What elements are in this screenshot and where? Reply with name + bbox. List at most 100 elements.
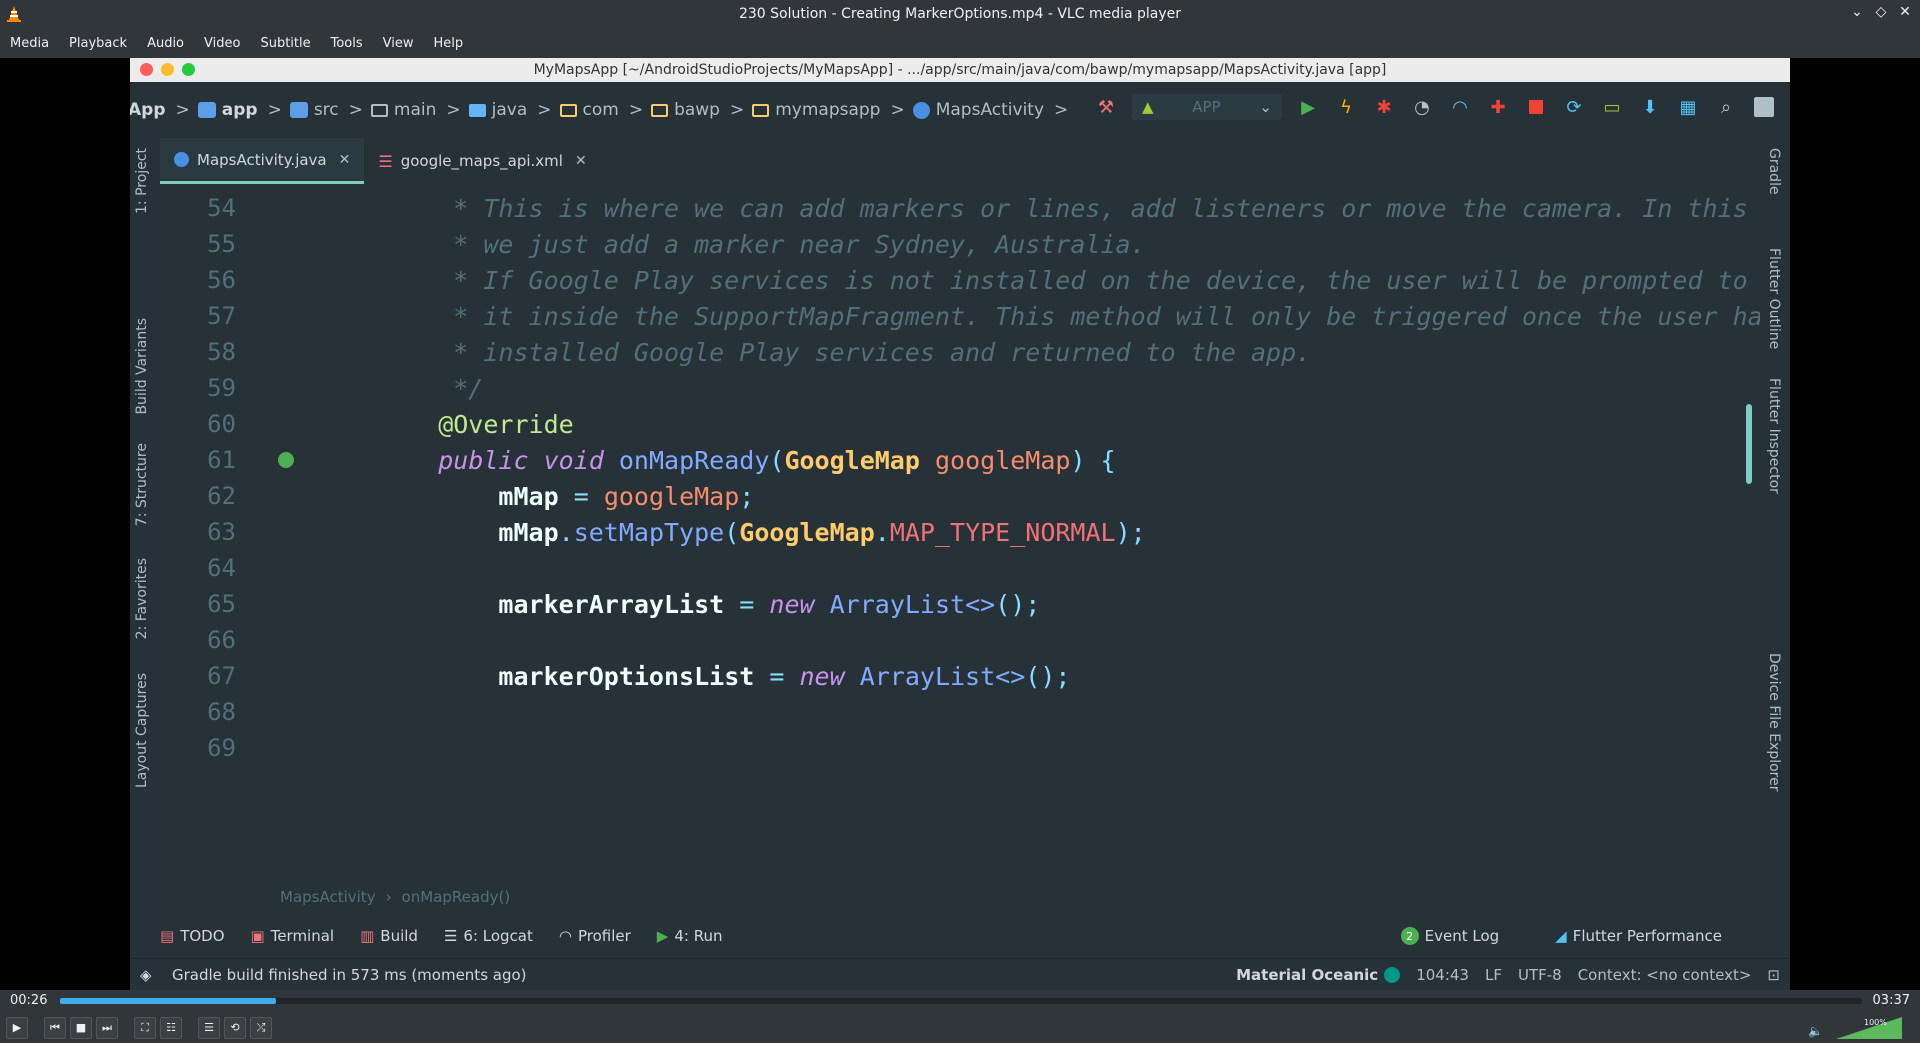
tool-run[interactable]: ▶ 4: Run: [657, 927, 723, 945]
previous-button[interactable]: ⏮: [44, 1016, 66, 1039]
line-number: 55: [207, 230, 236, 258]
status-context[interactable]: Context: <no context>: [1578, 966, 1752, 984]
ebread-method[interactable]: onMapReady(): [402, 888, 511, 906]
nav-breadcrumb: App > app > src > main > java > com > bawp > my…: [130, 100, 1069, 120]
line-number: 64: [207, 554, 236, 582]
lock-icon[interactable]: ⊡: [1767, 966, 1780, 984]
run-config-select[interactable]: ▲ APP ⌄: [1132, 94, 1282, 120]
line-number: 69: [207, 734, 236, 762]
tool-project[interactable]: 1: Project: [134, 148, 150, 214]
coverage-icon[interactable]: ◔: [1410, 95, 1434, 119]
loop-button[interactable]: ⟲: [224, 1016, 246, 1039]
tab-mapsactivity-java[interactable]: MapsActivity.java ✕: [160, 138, 365, 184]
run-icon[interactable]: ▶: [1296, 95, 1320, 119]
fullscreen-button[interactable]: ⛶: [134, 1016, 156, 1039]
minimize-icon[interactable]: ⌄: [1850, 4, 1864, 20]
tool-device-file-explorer[interactable]: Device File Explorer: [1766, 653, 1782, 792]
ide-navbar: App > app > src > main > java > com > bawp > my…: [130, 82, 1790, 138]
menu-audio[interactable]: Audio: [137, 36, 194, 51]
build-hammer-icon[interactable]: ⚒: [1094, 95, 1118, 119]
ebread-class[interactable]: MapsActivity: [280, 888, 376, 906]
menu-tools[interactable]: Tools: [321, 36, 373, 51]
crumb-java[interactable]: java: [468, 100, 527, 120]
account-icon[interactable]: [1752, 95, 1776, 119]
tab-close-icon[interactable]: ✕: [339, 152, 351, 168]
crumb-bawp[interactable]: bawp: [651, 100, 720, 120]
crumb-app-module[interactable]: app: [197, 100, 258, 120]
seek-slider-fill: [60, 998, 277, 1004]
volume-slider[interactable]: 🔈 100%: [1806, 1015, 1906, 1041]
play-button[interactable]: ▶: [6, 1016, 28, 1039]
status-caret-position[interactable]: 104:43: [1416, 966, 1469, 984]
extended-settings-button[interactable]: ☷: [160, 1016, 182, 1039]
android-icon: ▲: [1142, 98, 1154, 116]
status-line-separator[interactable]: LF: [1485, 966, 1502, 984]
crumb-mymapsapp[interactable]: mymapsapp: [752, 100, 880, 120]
xml-file-icon: ☰: [378, 151, 393, 171]
shuffle-button[interactable]: ⤮: [250, 1016, 272, 1039]
time-elapsed: 00:26: [10, 993, 48, 1008]
playlist-button[interactable]: ☰: [198, 1016, 220, 1039]
crumb-com[interactable]: com: [559, 100, 619, 120]
avd-manager-icon[interactable]: ▭: [1600, 95, 1624, 119]
right-tool-strip: Gradle Flutter Outline Flutter Inspector…: [1760, 138, 1790, 908]
editor-scrollbar[interactable]: [1746, 404, 1752, 484]
tool-terminal[interactable]: ▣ Terminal: [251, 927, 335, 945]
line-number: 57: [207, 302, 236, 330]
module-icon: [289, 102, 308, 118]
stop-button[interactable]: ■: [70, 1016, 92, 1039]
attach-debugger-icon[interactable]: ✚: [1486, 95, 1510, 119]
tool-todo[interactable]: ▤ TODO: [160, 927, 225, 945]
tool-favorites[interactable]: 2: Favorites: [134, 558, 150, 639]
debug-icon[interactable]: ✱: [1372, 95, 1396, 119]
crumb-app-project[interactable]: App: [130, 100, 166, 120]
code-line-57: * it inside the SupportMapFragment. This…: [378, 302, 1760, 331]
tool-build[interactable]: ▥ Build: [360, 927, 418, 945]
crumb-main[interactable]: main: [370, 100, 436, 120]
tab-google-maps-api-xml[interactable]: ☰ google_maps_api.xml ✕: [364, 138, 600, 184]
close-icon[interactable]: ✕: [1898, 4, 1912, 20]
sync-gradle-icon[interactable]: ⟳: [1562, 95, 1586, 119]
maximize-icon[interactable]: ◇: [1874, 4, 1888, 20]
menu-media[interactable]: Media: [0, 36, 59, 51]
apply-changes-icon[interactable]: ϟ: [1334, 95, 1358, 119]
tab-close-icon[interactable]: ✕: [575, 153, 587, 169]
tool-flutter-inspector[interactable]: Flutter Inspector: [1766, 378, 1782, 494]
line-number: 65: [207, 590, 236, 618]
search-icon[interactable]: ⌕: [1714, 95, 1738, 119]
tool-flutter-performance[interactable]: ◢ Flutter Performance: [1555, 927, 1722, 945]
menu-playback[interactable]: Playback: [59, 36, 137, 51]
implements-method-icon[interactable]: [278, 452, 294, 468]
status-message[interactable]: Gradle build finished in 573 ms (moments…: [172, 966, 527, 984]
status-encoding[interactable]: UTF-8: [1518, 966, 1562, 984]
menu-subtitle[interactable]: Subtitle: [250, 36, 320, 51]
tool-profiler[interactable]: ◠ Profiler: [559, 927, 631, 945]
tool-flutter-outline[interactable]: Flutter Outline: [1766, 248, 1782, 349]
menu-view[interactable]: View: [373, 36, 424, 51]
menu-help[interactable]: Help: [424, 36, 474, 51]
code-line-65: markerArrayList = new ArrayList<>();: [498, 590, 1041, 619]
package-icon: [651, 103, 669, 117]
crumb-mapsactivity[interactable]: MapsActivity: [912, 100, 1044, 120]
sdk-manager-icon[interactable]: ⬇: [1638, 95, 1662, 119]
stop-icon[interactable]: [1524, 95, 1548, 119]
tool-layout-captures[interactable]: Layout Captures: [134, 673, 150, 788]
menu-video[interactable]: Video: [194, 36, 250, 51]
event-log-badge: 2: [1400, 927, 1419, 945]
code-editor[interactable]: 54 55 56 57 58 59 60 61 62 63 64 65 66 6…: [160, 184, 1760, 884]
tool-build-variants[interactable]: Build Variants: [134, 318, 150, 415]
folder-icon: [370, 103, 388, 117]
profile-icon[interactable]: ◠: [1448, 95, 1472, 119]
status-theme[interactable]: Material Oceanic: [1236, 966, 1378, 984]
tool-logcat[interactable]: ☰ 6: Logcat: [444, 927, 533, 945]
seek-slider[interactable]: [60, 998, 1862, 1004]
tool-gradle[interactable]: Gradle: [1766, 148, 1782, 195]
layers-icon[interactable]: ◈: [140, 966, 152, 984]
project-structure-icon[interactable]: ▦: [1676, 95, 1700, 119]
tool-structure[interactable]: 7: Structure: [134, 443, 150, 526]
tool-event-log[interactable]: 2 Event Log: [1400, 927, 1499, 945]
crumb-src[interactable]: src: [289, 100, 339, 120]
profiler-icon: ◠: [558, 927, 572, 945]
video-area[interactable]: MyMapsApp [~/AndroidStudioProjects/MyMap…: [0, 58, 1920, 990]
next-button[interactable]: ⏭: [96, 1016, 118, 1039]
